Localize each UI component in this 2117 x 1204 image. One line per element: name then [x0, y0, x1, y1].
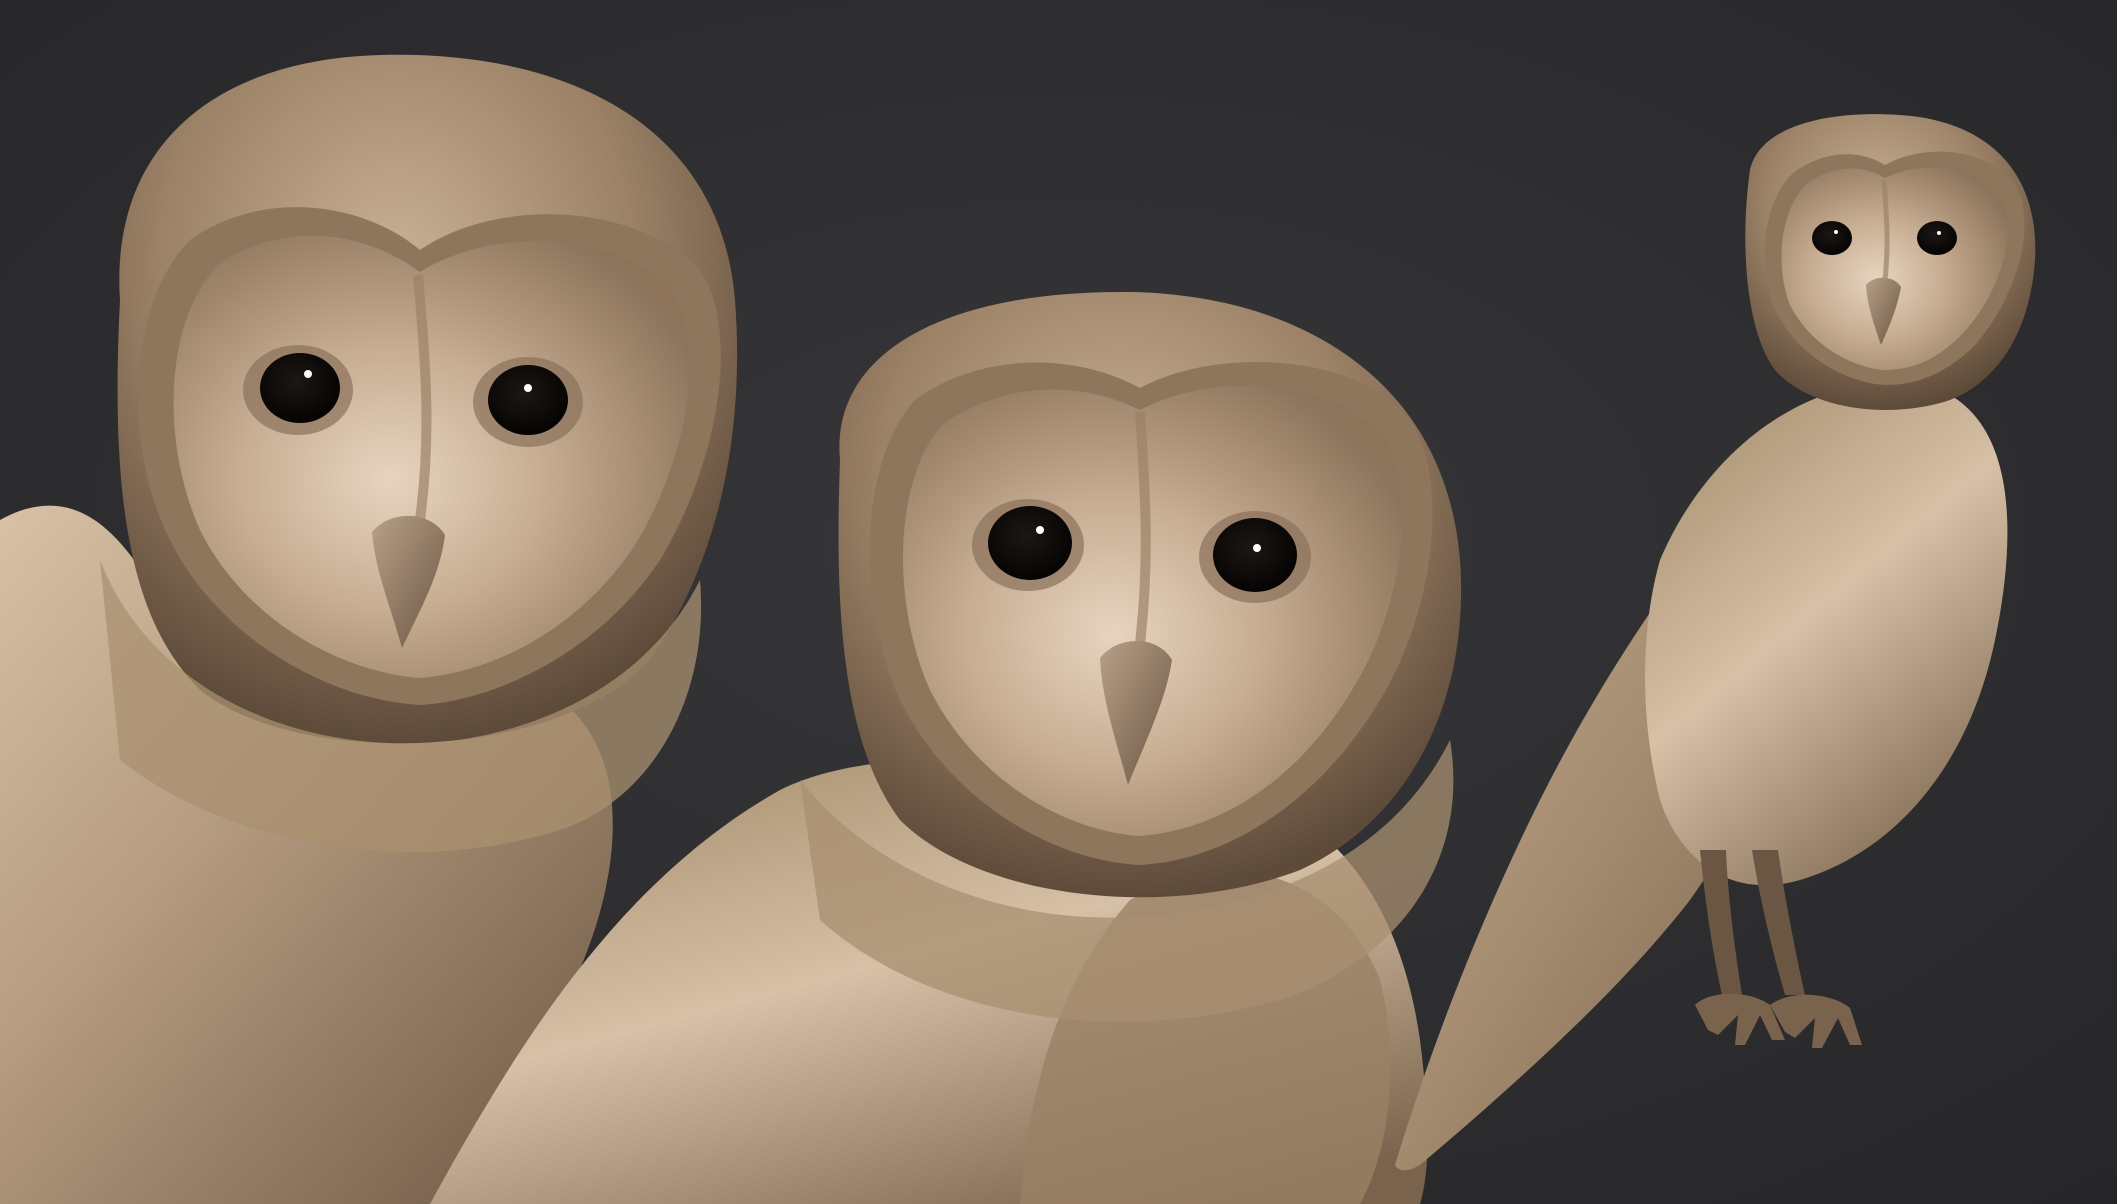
owl-center-eye-highlight-left: [1036, 526, 1044, 534]
owl-right-eye-right: [1917, 221, 1957, 255]
owl-center-eye-right: [1213, 518, 1297, 592]
owl-center-eye-left: [988, 506, 1072, 580]
owl-center-eye-highlight-right: [1253, 544, 1261, 552]
owl-right-eye-left: [1812, 221, 1852, 255]
owl-left-eye-left: [260, 353, 340, 423]
owl-left-eye-right: [488, 365, 568, 435]
owl-right-eye-highlight-right: [1937, 231, 1941, 235]
owl-left-eye-highlight-right: [524, 384, 532, 392]
owl-right-eye-highlight-left: [1834, 230, 1838, 234]
owl-left-eye-highlight-left: [304, 370, 312, 378]
owl-render-canvas: [0, 0, 2117, 1204]
